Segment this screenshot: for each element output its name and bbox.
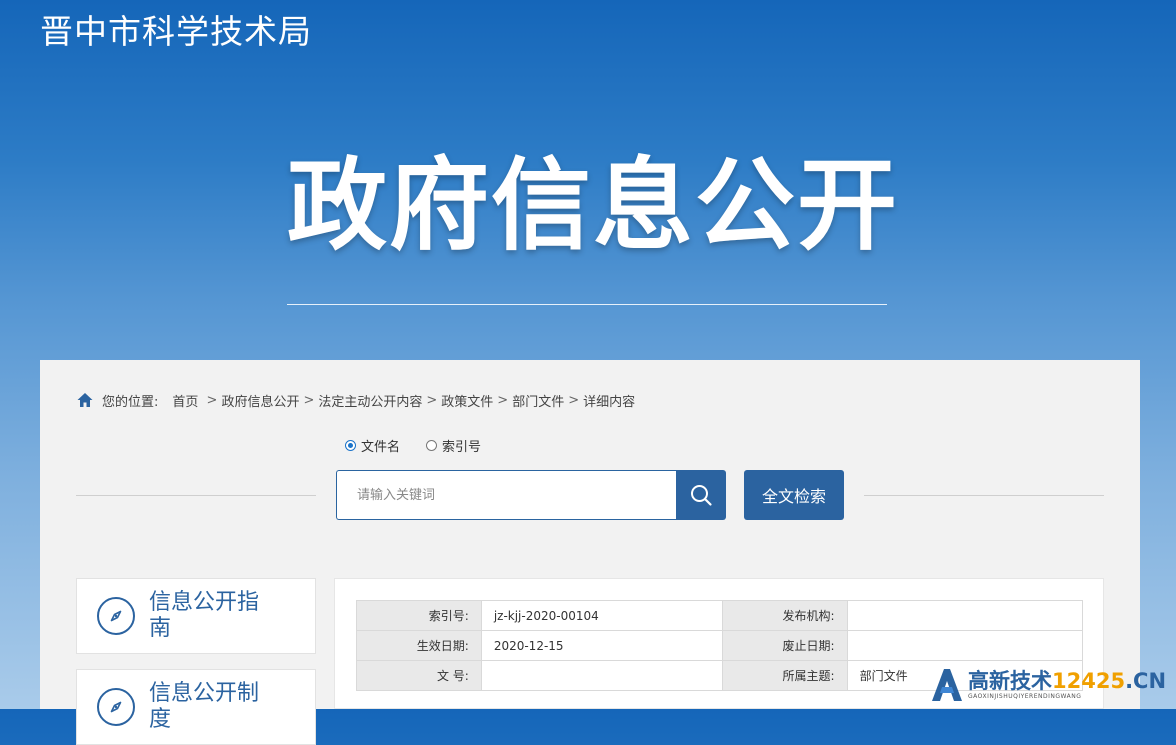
breadcrumb-separator: > (568, 392, 580, 408)
radio-index-number[interactable]: 索引号 (426, 436, 481, 455)
sidebar-item-label: 信息公开指南 (149, 590, 260, 641)
sidebar-item-disclosure-guide[interactable]: 信息公开指南 (76, 578, 316, 654)
meta-value: jz-kjj-2020-00104 (480, 600, 723, 631)
watermark-number: 12425 (1052, 669, 1126, 693)
breadcrumb-separator: > (202, 392, 218, 408)
meta-key: 废止日期: (721, 630, 848, 661)
search-divider-right (864, 495, 1104, 496)
breadcrumb-separator: > (497, 392, 509, 408)
hero-divider (287, 304, 887, 305)
meta-key: 文 号: (356, 660, 482, 691)
search-input[interactable] (336, 470, 676, 520)
site-title: 晋中市科学技术局 (40, 12, 312, 51)
breadcrumb-link-statutory[interactable]: 法定主动公开内容 (318, 391, 422, 410)
compass-icon (97, 597, 135, 635)
meta-value (846, 600, 1084, 631)
fulltext-search-button[interactable]: 全文检索 (744, 470, 844, 520)
sidebar-item-label: 信息公开制度 (149, 681, 260, 732)
breadcrumb-separator: > (303, 392, 315, 408)
table-row: 生效日期: 2020-12-15 废止日期: (356, 630, 1084, 661)
meta-key: 所属主题: (721, 660, 848, 691)
search-bar (336, 470, 726, 520)
watermark: 高新技术12425.CN GAOXINJISHUQIYERENDINGWANG (928, 660, 1176, 709)
meta-value (480, 660, 723, 691)
radio-filename-label: 文件名 (361, 440, 401, 455)
breadcrumb-current: 详细内容 (583, 394, 636, 410)
meta-value: 2020-12-15 (480, 630, 723, 661)
watermark-main: 高新技术12425.CN (968, 669, 1166, 693)
radio-filename[interactable]: 文件名 (345, 436, 400, 455)
meta-key: 生效日期: (356, 630, 482, 661)
breadcrumb-link-dept[interactable]: 部门文件 (512, 391, 564, 410)
search-type-radios: 文件名 索引号 (345, 436, 507, 455)
search-button[interactable] (676, 470, 726, 520)
radio-index-number-label: 索引号 (442, 440, 482, 455)
content-panel: 您的位置: 首页 > 政府信息公开 > 法定主动公开内容 > 政策文件 > 部门… (40, 360, 1140, 745)
watermark-main-text: 高新技术 (968, 669, 1052, 693)
breadcrumb-label: 您的位置: (102, 394, 159, 410)
meta-key: 发布机构: (721, 600, 848, 631)
breadcrumb-separator: > (426, 392, 438, 408)
breadcrumb-link-policy[interactable]: 政策文件 (441, 391, 493, 410)
breadcrumb: 您的位置: 首页 > 政府信息公开 > 法定主动公开内容 > 政策文件 > 部门… (76, 390, 635, 410)
radio-dot[interactable] (345, 440, 356, 451)
search-divider-left (76, 495, 316, 496)
hero-title: 政府信息公开 (287, 147, 899, 264)
meta-key: 索引号: (356, 600, 482, 631)
watermark-sub: GAOXINJISHUQIYERENDINGWANG (968, 693, 1082, 700)
breadcrumb-link-gov-info[interactable]: 政府信息公开 (221, 391, 299, 410)
watermark-domain: .CN (1125, 669, 1167, 693)
compass-icon (97, 688, 135, 726)
table-row: 索引号: jz-kjj-2020-00104 发布机构: (356, 600, 1084, 631)
radio-dot[interactable] (426, 440, 438, 451)
search-icon (691, 485, 712, 506)
meta-value (846, 630, 1084, 661)
home-icon (77, 393, 93, 407)
breadcrumb-link-home[interactable]: 首页 (172, 391, 198, 410)
sidebar-item-disclosure-system[interactable]: 信息公开制度 (76, 669, 316, 745)
watermark-logo-icon (932, 668, 962, 701)
watermark-text: 高新技术12425.CN GAOXINJISHUQIYERENDINGWANG (968, 669, 1166, 700)
